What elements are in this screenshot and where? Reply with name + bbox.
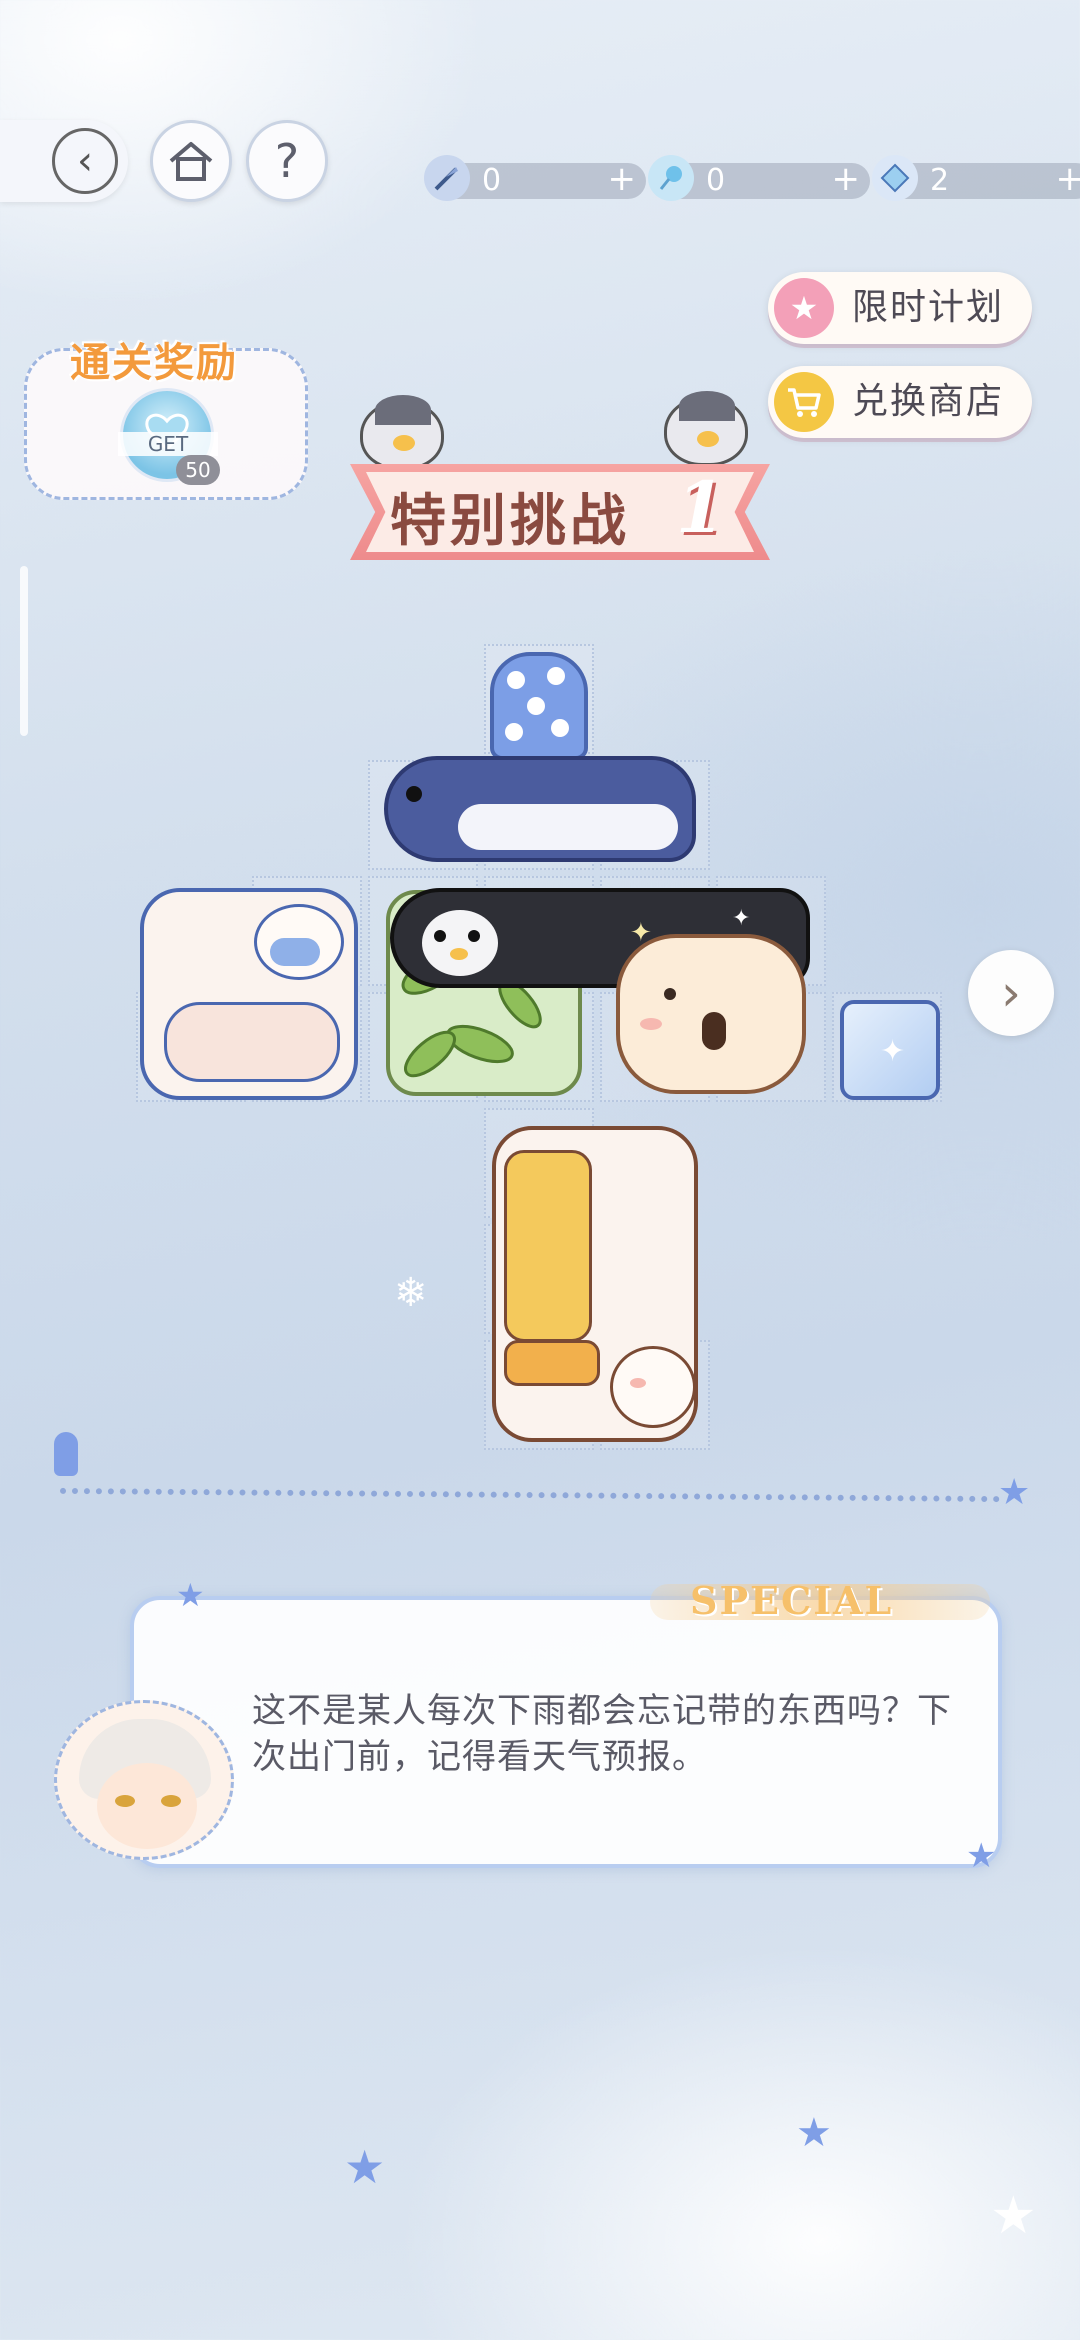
decor-dotted-line xyxy=(59,1487,1001,1503)
reward-get-label: GET xyxy=(118,432,218,456)
star-icon: ★ xyxy=(176,1576,205,1614)
lollipop-icon xyxy=(648,155,694,201)
add-resource-button[interactable]: + xyxy=(832,161,861,197)
back-button[interactable]: ‹ xyxy=(0,120,128,202)
resource-value: 2 xyxy=(930,163,950,198)
back-arrow-icon: ‹ xyxy=(52,128,118,194)
ice-cube-piece[interactable]: ✦ xyxy=(840,1000,940,1100)
gift-bag-icon: ★ xyxy=(774,278,834,338)
exchange-shop-label: 兑换商店 xyxy=(852,381,1005,422)
resource-value: 0 xyxy=(482,163,502,198)
stage-number: 1 xyxy=(676,466,725,549)
home-icon xyxy=(169,142,213,181)
add-resource-button[interactable]: + xyxy=(1056,161,1080,197)
dialog-text: 这不是某人每次下雨都会忘记带的东西吗？下次出门前，记得看天气预报。 xyxy=(252,1691,952,1777)
shopping-cart-icon xyxy=(774,372,834,432)
stage-title: 特别挑战 xyxy=(390,489,630,554)
feather-pen-icon xyxy=(424,155,470,201)
star-icon: ★ xyxy=(796,2110,832,2156)
resource-pill-diamond[interactable]: 2 + xyxy=(872,155,1080,201)
next-stage-button[interactable]: › xyxy=(968,950,1054,1036)
chevron-right-icon: › xyxy=(1001,964,1021,1022)
add-resource-button[interactable]: + xyxy=(608,161,637,197)
reward-count-badge: 50 xyxy=(176,455,220,485)
teddy-bear-piece[interactable] xyxy=(616,934,806,1094)
resource-pill-feather[interactable]: 0 + xyxy=(424,155,646,201)
resource-value: 0 xyxy=(706,163,726,198)
polar-bear-sitting-piece[interactable] xyxy=(492,1126,698,1442)
limited-plan-button[interactable]: ★ 限时计划 xyxy=(768,272,1032,344)
penguin-silhouette-icon xyxy=(54,1432,78,1476)
home-button[interactable] xyxy=(150,120,232,202)
limited-plan-label: 限时计划 xyxy=(852,287,1005,328)
star-icon: ★ xyxy=(344,2140,386,2194)
snowflake-icon: ❄ xyxy=(394,1270,428,1316)
exchange-shop-button[interactable]: 兑换商店 xyxy=(768,366,1032,438)
help-button[interactable]: ? xyxy=(246,120,328,202)
diamond-icon xyxy=(872,155,918,201)
penguin-chick-right xyxy=(664,391,748,466)
character-avatar xyxy=(54,1700,234,1860)
resource-pill-lollipop[interactable]: 0 + xyxy=(648,155,870,201)
star-icon: ★ xyxy=(990,2186,1037,2246)
flower-pattern-piece[interactable] xyxy=(490,652,588,760)
penguin-piece[interactable] xyxy=(384,756,696,862)
special-label: SPECIAL xyxy=(690,1578,894,1623)
reward-title: 通关奖励 xyxy=(70,340,238,386)
star-icon: ★ xyxy=(966,1836,997,1876)
polar-bear-lying-piece[interactable] xyxy=(140,888,358,1100)
help-label: ? xyxy=(274,134,300,188)
penguin-chick-left xyxy=(360,395,444,470)
scrollbar[interactable] xyxy=(20,566,28,736)
star-icon: ★ xyxy=(998,1472,1031,1513)
